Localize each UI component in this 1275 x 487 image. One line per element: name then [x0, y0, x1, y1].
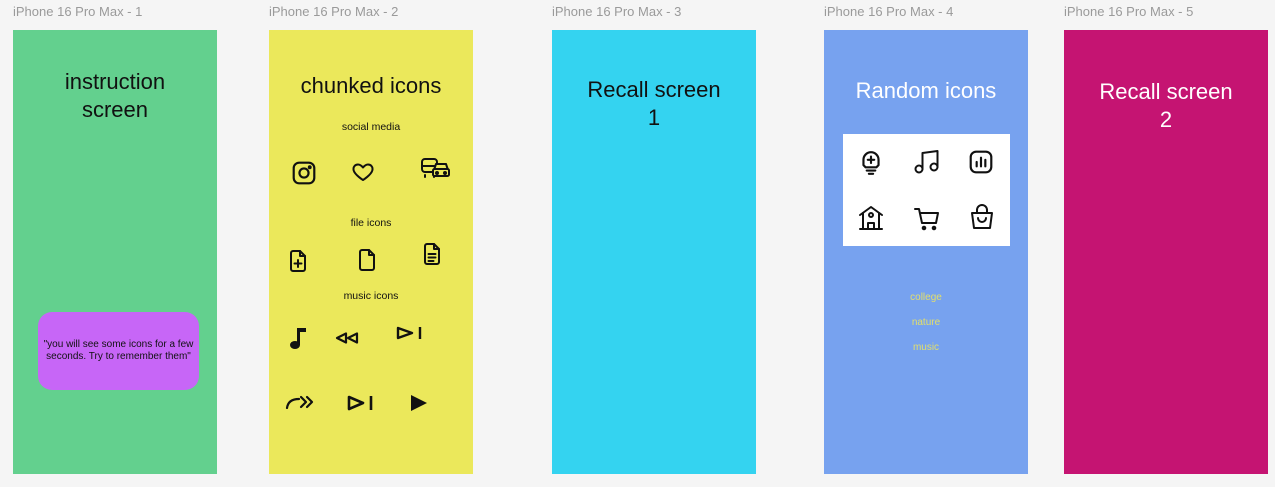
frame-recall-screen-2[interactable]: Recall screen 2: [1064, 30, 1268, 474]
file-icon: [357, 248, 377, 272]
lightbulb-plus-icon: [858, 149, 884, 177]
frame-label-5[interactable]: iPhone 16 Pro Max - 5: [1064, 4, 1193, 19]
vehicles-icon: [420, 156, 452, 180]
instagram-icon: [291, 160, 317, 186]
music-note-icon: [288, 326, 308, 350]
file-text-icon: [422, 242, 442, 266]
music-notes-icon: [913, 149, 941, 175]
frame-random-icons[interactable]: Random icons college nature music: [824, 30, 1028, 474]
recall-screen-2-title-line-1: Recall screen: [1099, 79, 1233, 104]
skip-next-icon: [347, 395, 375, 411]
instruction-title-line-2: screen: [81, 96, 149, 122]
frame-recall-screen-1[interactable]: Recall screen 1: [552, 30, 756, 474]
recall-screen-2-title: Recall screen 2: [1064, 78, 1268, 133]
frame-label-2[interactable]: iPhone 16 Pro Max - 2: [269, 4, 398, 19]
file-plus-icon: [288, 249, 308, 273]
social-media-label: social media: [341, 121, 401, 133]
instruction-message-text: "you will see some icons for a few secon…: [43, 339, 194, 362]
random-icons-title: Random icons: [855, 78, 997, 103]
frame-instruction-screen[interactable]: instruction screen "you will see some ic…: [13, 30, 217, 474]
category-label-college: college: [910, 292, 942, 303]
category-label-music: music: [912, 342, 940, 353]
frame-label-1[interactable]: iPhone 16 Pro Max - 1: [13, 4, 142, 19]
frame-chunked-icons[interactable]: chunked icons social media file icons mu…: [269, 30, 473, 474]
recall-screen-1-title-line-1: Recall screen: [587, 77, 721, 102]
fast-forward-icon: [285, 395, 315, 409]
heart-icon: [349, 160, 377, 184]
random-icons-card: [843, 134, 1010, 246]
recall-screen-1-title: Recall screen 1: [552, 76, 756, 131]
shopping-bag-icon: [968, 204, 996, 232]
play-pause-icon: [396, 326, 424, 340]
instruction-title-line-1: instruction: [64, 69, 166, 94]
file-icons-label: file icons: [350, 217, 392, 229]
instruction-message-box: "you will see some icons for a few secon…: [38, 312, 199, 390]
category-label-nature: nature: [911, 317, 941, 328]
play-icon: [409, 394, 429, 412]
school-icon: [857, 204, 885, 232]
frame-label-3[interactable]: iPhone 16 Pro Max - 3: [552, 4, 681, 19]
rewind-icon: [335, 332, 359, 344]
frame-label-4[interactable]: iPhone 16 Pro Max - 4: [824, 4, 953, 19]
instruction-title: instruction screen: [13, 68, 217, 123]
chunked-icons-title: chunked icons: [300, 73, 442, 98]
music-icons-label: music icons: [343, 290, 399, 302]
recall-screen-1-title-line-2: 1: [647, 104, 661, 130]
bar-chart-icon: [968, 149, 994, 175]
recall-screen-2-title-line-2: 2: [1159, 106, 1173, 132]
shopping-cart-icon: [913, 204, 941, 232]
